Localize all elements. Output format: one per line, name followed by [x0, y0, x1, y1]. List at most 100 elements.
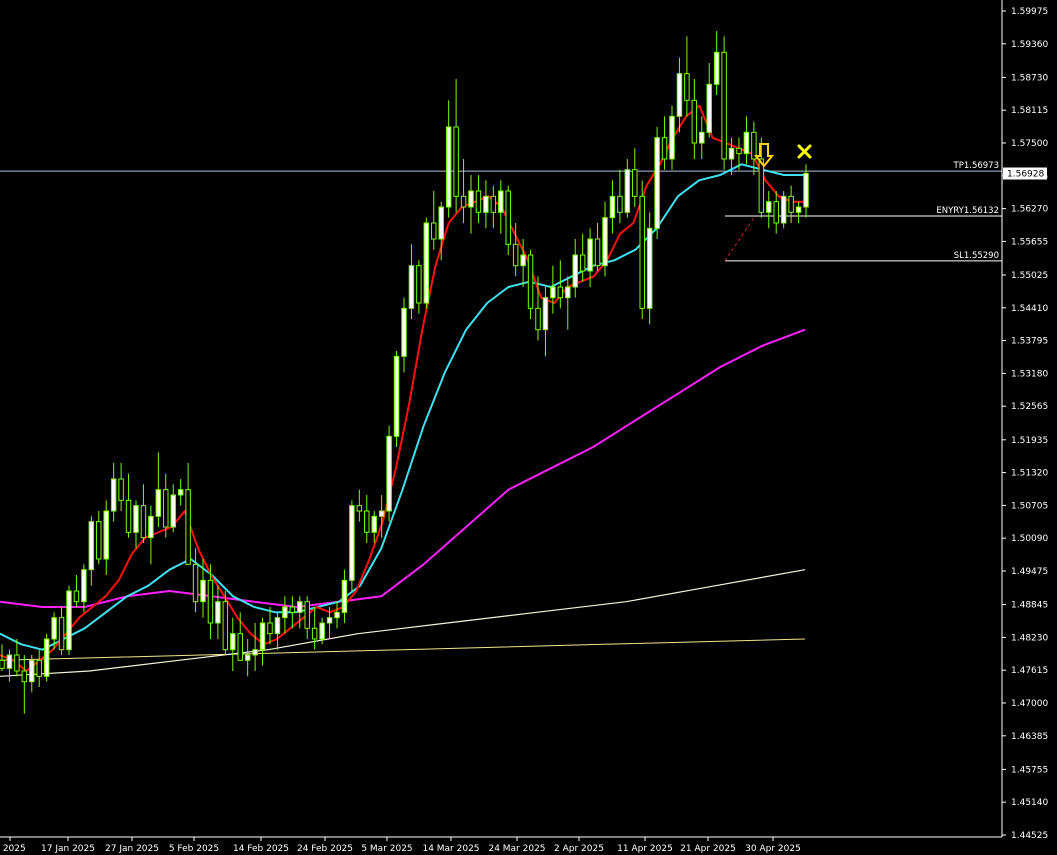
y-tick-label: 1.50090	[1011, 534, 1048, 544]
candle-body	[646, 227, 653, 309]
candle-body	[728, 147, 735, 160]
x-tick-label: 5 Mar 2025	[361, 844, 412, 854]
candle-body	[371, 515, 377, 533]
y-tick-label: 1.58730	[1011, 73, 1048, 83]
candle-body	[401, 307, 407, 357]
x-tick-label: 24 Feb 2025	[297, 844, 353, 854]
candle-body	[185, 489, 191, 565]
candle-body	[140, 505, 147, 539]
candle-body	[661, 137, 668, 160]
x-tick-label: 14 Mar 2025	[422, 844, 479, 854]
y-tick-label: 1.54410	[1011, 304, 1048, 314]
candle-body	[788, 195, 794, 213]
candle-body	[460, 195, 467, 208]
candle-body	[431, 222, 437, 240]
candle-body	[103, 510, 109, 560]
candle-body	[520, 254, 526, 267]
y-tick-label: 1.59360	[1011, 40, 1048, 50]
x-tick-label: 11 Apr 2025	[617, 844, 673, 854]
candle-body	[676, 73, 683, 117]
candle-body	[617, 195, 623, 213]
candle-body	[215, 601, 221, 624]
candle-body	[148, 515, 154, 539]
candle-body	[170, 494, 176, 528]
candle-body	[73, 590, 80, 603]
candle-body	[163, 489, 169, 528]
candle-body	[713, 51, 720, 85]
candle-body	[378, 510, 385, 517]
y-tick-label: 1.58115	[1011, 106, 1048, 116]
x-tick-label: 27 Jan 2025	[105, 844, 159, 854]
candle-body	[274, 617, 281, 635]
candle-body	[505, 190, 511, 245]
y-tick-label: 1.50705	[1011, 501, 1048, 511]
candle-body	[743, 131, 750, 155]
candle-body	[445, 126, 452, 208]
candle-body	[304, 601, 310, 629]
x-tick-label: 2 Apr 2025	[554, 844, 604, 854]
candle-body	[386, 435, 392, 512]
candle-body	[88, 521, 95, 571]
candle-body	[624, 169, 631, 213]
level-label-entry: ENYRY1.56132	[936, 206, 999, 216]
candle-body	[252, 649, 258, 656]
y-tick-label: 1.48230	[1011, 633, 1048, 643]
candle-body	[736, 147, 742, 155]
y-tick-label: 1.56270	[1011, 205, 1048, 215]
x-tick-label: n 2025	[0, 844, 26, 854]
candle-body	[155, 489, 162, 517]
candle-body	[43, 638, 50, 677]
y-tick-label: 1.51935	[1011, 436, 1048, 446]
candle-body	[297, 601, 303, 613]
candle-body	[14, 654, 20, 672]
candle-body	[773, 201, 779, 224]
candle-body	[349, 505, 355, 581]
candle-body	[416, 265, 422, 304]
candle-body	[594, 238, 601, 267]
candle-body	[512, 243, 519, 267]
candle-body	[766, 201, 772, 213]
candle-body	[758, 158, 765, 213]
candle-body	[475, 190, 482, 213]
y-tick-label: 1.57500	[1011, 139, 1048, 149]
level-label-sl: SL1.55290	[954, 251, 999, 261]
candle-body	[483, 195, 489, 213]
x-tick-label: 17 Jan 2025	[41, 844, 95, 854]
candle-body	[259, 622, 266, 651]
candle-body	[81, 569, 87, 603]
y-tick-label: 1.47000	[1011, 699, 1048, 709]
candle-body	[438, 206, 444, 240]
candle-body	[557, 286, 564, 299]
candle-body	[684, 73, 690, 101]
chart-background	[0, 0, 1057, 855]
x-tick-label: 24 Mar 2025	[488, 844, 545, 854]
candle-body	[550, 286, 556, 299]
candle-body	[579, 254, 586, 272]
candle-body	[795, 206, 802, 213]
candle-body	[110, 478, 117, 512]
candle-body	[341, 579, 348, 613]
x-tick-label: 21 Apr 2025	[680, 844, 736, 854]
price-chart[interactable]: TP1.56973 ENYRY1.56132 SL1.55290 1.59975 1.…	[0, 0, 1057, 855]
y-tick-label: 1.59975	[1011, 7, 1048, 17]
candle-body	[587, 238, 593, 272]
candle-body	[542, 297, 549, 331]
candle-body	[58, 617, 65, 651]
y-tick-label: 1.55655	[1011, 237, 1048, 247]
candle-body	[706, 83, 712, 133]
candle-body	[691, 99, 698, 144]
y-tick-label: 1.53795	[1011, 337, 1048, 347]
candle-body	[237, 633, 243, 661]
candle-body	[6, 654, 13, 669]
y-tick-label: 1.49475	[1011, 567, 1048, 577]
candle-body	[334, 611, 340, 619]
candle-body	[393, 355, 400, 437]
candle-body	[230, 633, 236, 651]
candle-body	[200, 579, 206, 603]
current-price-label: 1.56928	[1007, 170, 1044, 180]
candle-body	[609, 195, 616, 219]
candle-body	[96, 521, 102, 560]
candle-body	[29, 659, 35, 683]
candle-body	[192, 563, 199, 603]
candle-body	[267, 622, 273, 635]
